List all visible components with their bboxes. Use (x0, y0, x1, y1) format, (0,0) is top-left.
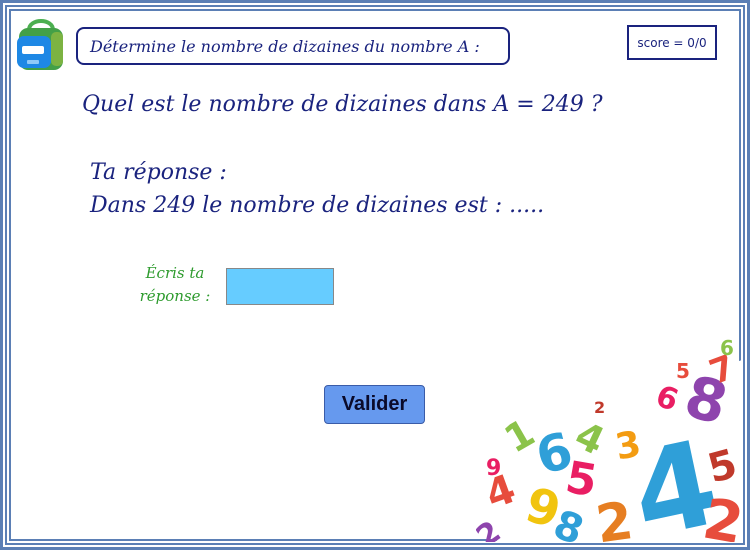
svg-text:6: 6 (720, 336, 734, 360)
answer-sentence: Dans 249 le nombre de dizaines est : ...… (90, 193, 545, 218)
answer-title: Ta réponse : (90, 160, 227, 185)
score-text: score = 0/0 (637, 35, 707, 50)
answer-input[interactable] (226, 268, 334, 305)
svg-text:2: 2 (594, 398, 605, 417)
colorful-numbers-illustration: 4 8 7 6 6 5 2 6 1 4 5 3 4 9 2 2 2 5 8 9 (476, 336, 742, 542)
instruction-text: Détermine le nombre de dizaines du nombr… (90, 36, 480, 56)
backpack-icon (17, 19, 63, 70)
answer-prompt-label: Écris ta réponse : (130, 262, 220, 308)
instruction-box: Détermine le nombre de dizaines du nombr… (76, 27, 510, 65)
question-text: Quel est le nombre de dizaines dans A = … (82, 92, 603, 117)
valider-button[interactable]: Valider (324, 385, 425, 424)
prompt-line-1: Écris ta (145, 264, 205, 282)
svg-text:2: 2 (476, 514, 507, 542)
svg-text:9: 9 (486, 456, 501, 481)
svg-text:5: 5 (676, 359, 690, 383)
score-badge: score = 0/0 (627, 25, 717, 60)
prompt-line-2: réponse : (139, 287, 211, 305)
